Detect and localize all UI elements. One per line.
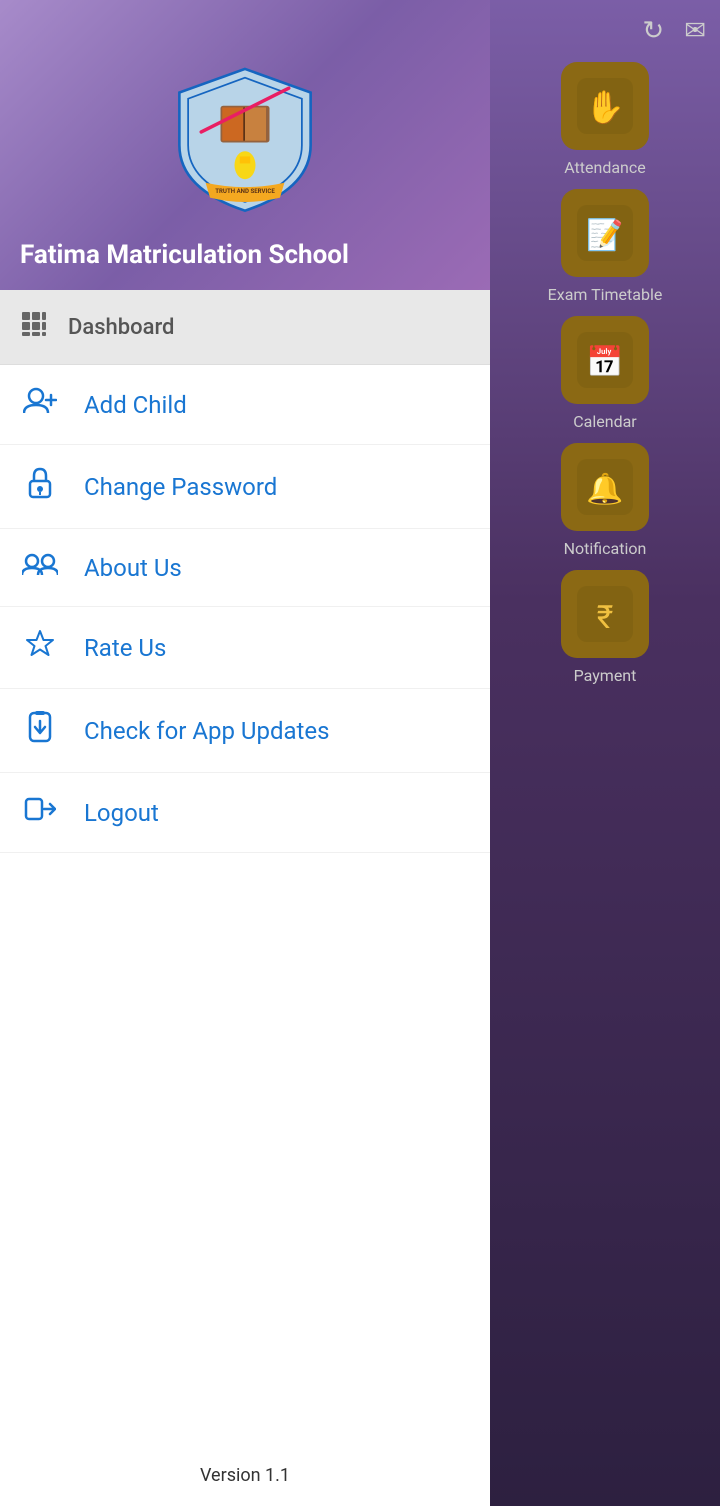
svg-text:📝: 📝	[586, 217, 623, 253]
rate-us-icon	[20, 629, 60, 666]
logout-label: Logout	[84, 799, 159, 827]
change-password-label: Change Password	[84, 473, 277, 501]
version-text: Version 1.1	[200, 1465, 290, 1486]
logout-icon	[20, 795, 60, 830]
calendar-label: Calendar	[573, 412, 636, 431]
change-password-icon	[20, 467, 60, 506]
menu-item-change-password[interactable]: Change Password	[0, 445, 490, 529]
refresh-icon[interactable]: ↻	[642, 16, 664, 46]
attendance-svg-icon: ✋	[577, 78, 633, 134]
menu-item-logout[interactable]: Logout	[0, 773, 490, 853]
svg-text:₹: ₹	[597, 598, 614, 636]
svg-text:🔔: 🔔	[586, 472, 623, 507]
grid-item-exam-timetable[interactable]: 📝 Exam Timetable	[548, 189, 663, 304]
attendance-icon-circle: ✋	[561, 62, 649, 150]
exam-svg-icon: 📝	[577, 205, 633, 261]
notification-svg-icon: 🔔	[577, 459, 633, 515]
payment-icon-circle: ₹	[561, 570, 649, 658]
check-updates-icon	[20, 711, 60, 750]
drawer-header: TRUTH AND SERVICE Fatima Matriculation S…	[0, 0, 490, 290]
version-bar: Version 1.1	[0, 1455, 490, 1496]
calendar-svg-icon: 📅	[577, 332, 633, 388]
add-child-icon	[20, 387, 60, 422]
about-us-icon	[20, 551, 60, 584]
grid-item-payment[interactable]: ₹ Payment	[561, 570, 649, 685]
dashboard-item[interactable]: Dashboard	[0, 290, 490, 365]
exam-timetable-icon-circle: 📝	[561, 189, 649, 277]
menu-item-about-us[interactable]: About Us	[0, 529, 490, 607]
notification-icon-circle: 🔔	[561, 443, 649, 531]
right-icons-panel: ↻ ✉ ✋ Attendance 📝 Exam Timetable 📅	[490, 0, 720, 1506]
dashboard-label: Dashboard	[68, 315, 174, 340]
about-us-label: About Us	[84, 554, 182, 582]
school-logo: TRUTH AND SERVICE	[175, 61, 315, 216]
notification-label: Notification	[564, 539, 647, 558]
top-action-bar: ↻ ✉	[490, 0, 720, 62]
menu-list: Add Child Change Password	[0, 365, 490, 1506]
payment-label: Payment	[574, 666, 637, 685]
menu-item-rate-us[interactable]: Rate Us	[0, 607, 490, 689]
grid-item-notification[interactable]: 🔔 Notification	[561, 443, 649, 558]
left-drawer: TRUTH AND SERVICE Fatima Matriculation S…	[0, 0, 490, 1506]
calendar-icon-circle: 📅	[561, 316, 649, 404]
check-updates-label: Check for App Updates	[84, 717, 330, 745]
exam-timetable-label: Exam Timetable	[548, 285, 663, 304]
svg-text:TRUTH AND SERVICE: TRUTH AND SERVICE	[215, 188, 275, 195]
grid-menu-icon	[20, 310, 48, 344]
logo-container: TRUTH AND SERVICE	[20, 61, 470, 216]
grid-item-attendance[interactable]: ✋ Attendance	[561, 62, 649, 177]
payment-svg-icon: ₹	[577, 586, 633, 642]
svg-text:✋: ✋	[585, 88, 625, 126]
rate-us-label: Rate Us	[84, 634, 166, 662]
attendance-label: Attendance	[564, 158, 646, 177]
menu-item-check-updates[interactable]: Check for App Updates	[0, 689, 490, 773]
mail-icon[interactable]: ✉	[684, 16, 706, 46]
add-child-label: Add Child	[84, 391, 187, 419]
grid-item-calendar[interactable]: 📅 Calendar	[561, 316, 649, 431]
school-name: Fatima Matriculation School	[20, 240, 349, 270]
svg-text:📅: 📅	[586, 344, 623, 380]
menu-item-add-child[interactable]: Add Child	[0, 365, 490, 445]
